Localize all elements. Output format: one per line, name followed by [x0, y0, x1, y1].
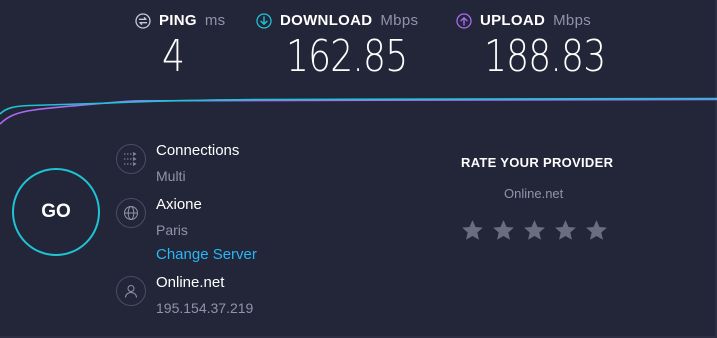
upload-metric: UPLOAD Mbps 188.83 — [456, 12, 632, 82]
star-icon-4[interactable] — [553, 218, 578, 243]
upload-arrow-icon — [456, 12, 472, 29]
star-icon-3[interactable] — [522, 218, 547, 243]
ping-metric: PING ms 4 — [135, 12, 225, 82]
speedtest-panel: PING ms 4 DOWNLOAD Mbps 162.85 UPLOAD Mb… — [0, 0, 717, 338]
star-icon-1[interactable] — [460, 218, 485, 243]
upload-label: UPLOAD — [480, 12, 546, 29]
star-icon-2[interactable] — [491, 218, 516, 243]
ping-label: PING — [159, 12, 197, 29]
speed-graph — [0, 97, 717, 125]
change-server-link[interactable]: Change Server — [156, 246, 257, 263]
connections-value: Multi — [156, 168, 186, 184]
download-metric: DOWNLOAD Mbps 162.85 — [256, 12, 434, 82]
ping-unit: ms — [204, 12, 226, 29]
upload-unit: Mbps — [553, 12, 592, 29]
ping-header: PING ms — [135, 12, 225, 29]
connections-title: Connections — [156, 142, 240, 159]
server-location: Paris — [156, 222, 188, 238]
provider-ip: 195.154.37.219 — [156, 300, 254, 316]
star-icon-5[interactable] — [584, 218, 609, 243]
globe-icon — [116, 198, 146, 228]
upload-value: 188.83 — [484, 31, 606, 82]
download-unit: Mbps — [380, 12, 419, 29]
ping-icon — [135, 12, 151, 29]
ping-value: 4 — [162, 31, 185, 82]
download-value: 162.85 — [286, 31, 408, 82]
rate-provider-name: Online.net — [504, 186, 564, 201]
server-name: Axione — [156, 196, 202, 213]
download-header: DOWNLOAD Mbps — [256, 12, 434, 29]
download-label: DOWNLOAD — [280, 12, 373, 29]
rate-provider-title: RATE YOUR PROVIDER — [461, 155, 614, 170]
star-rating — [460, 218, 609, 243]
connections-icon — [116, 144, 146, 174]
user-icon — [116, 276, 146, 306]
provider-name: Online.net — [156, 274, 225, 291]
download-arrow-icon — [256, 12, 272, 29]
go-button[interactable]: GO — [12, 168, 100, 256]
upload-header: UPLOAD Mbps — [456, 12, 632, 29]
